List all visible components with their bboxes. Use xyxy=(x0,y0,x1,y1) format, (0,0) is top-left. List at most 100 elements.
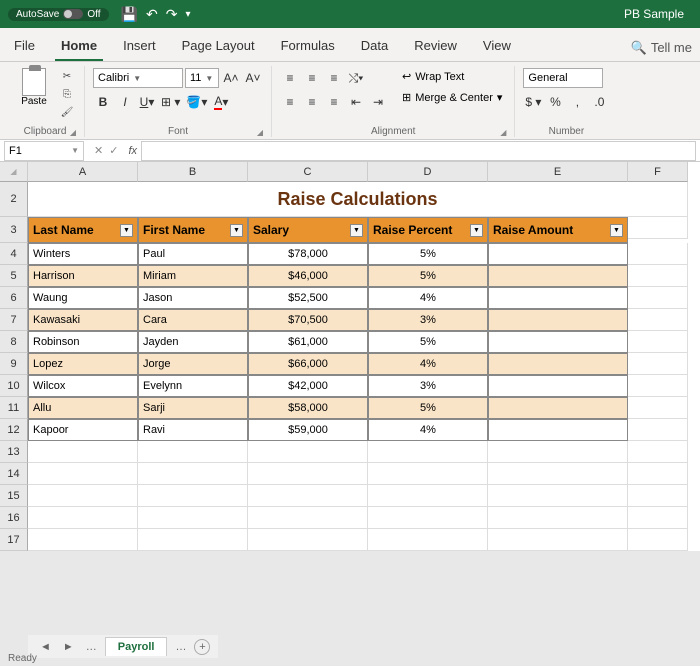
cell-first-5[interactable]: Miriam xyxy=(138,265,248,287)
fill-color-button[interactable]: 🪣▾ xyxy=(184,92,209,112)
cell-pct-8[interactable]: 5% xyxy=(368,331,488,353)
cell-last-11[interactable]: Allu xyxy=(28,397,138,419)
cell-D14[interactable] xyxy=(368,463,488,485)
increase-font-button[interactable]: A˄ xyxy=(221,68,241,88)
cell-D13[interactable] xyxy=(368,441,488,463)
cell-amount-11[interactable] xyxy=(488,397,628,419)
table-header-last-name[interactable]: Last Name▼ xyxy=(28,217,138,243)
cell-A14[interactable] xyxy=(28,463,138,485)
cell-amount-6[interactable] xyxy=(488,287,628,309)
font-name-combo[interactable]: Calibri▼ xyxy=(93,68,183,88)
row-header-4[interactable]: 4 xyxy=(0,243,28,265)
cell-f9[interactable] xyxy=(628,353,688,375)
cell-salary-10[interactable]: $42,000 xyxy=(248,375,368,397)
cell-pct-12[interactable]: 4% xyxy=(368,419,488,441)
cell-f10[interactable] xyxy=(628,375,688,397)
cell-first-6[interactable]: Jason xyxy=(138,287,248,309)
cell-E13[interactable] xyxy=(488,441,628,463)
font-size-combo[interactable]: 11▼ xyxy=(185,68,219,88)
column-header-A[interactable]: A xyxy=(28,162,138,182)
sheet-nav-more[interactable]: … xyxy=(82,641,101,653)
cell-salary-7[interactable]: $70,500 xyxy=(248,309,368,331)
orientation-button[interactable]: ⤭▾ xyxy=(346,68,366,88)
add-sheet-button[interactable]: + xyxy=(194,639,210,655)
filter-dropdown-icon[interactable]: ▼ xyxy=(230,224,243,237)
cell-E15[interactable] xyxy=(488,485,628,507)
cell-D16[interactable] xyxy=(368,507,488,529)
name-box[interactable]: F1▼ xyxy=(4,141,84,161)
cell-A13[interactable] xyxy=(28,441,138,463)
font-dialog-launcher[interactable]: ◢ xyxy=(257,128,263,137)
decrease-indent-button[interactable]: ⇤ xyxy=(346,92,366,112)
table-header-raise-amount[interactable]: Raise Amount▼ xyxy=(488,217,628,243)
cell-amount-9[interactable] xyxy=(488,353,628,375)
row-header-16[interactable]: 16 xyxy=(0,507,28,529)
row-header-12[interactable]: 12 xyxy=(0,419,28,441)
cell-first-8[interactable]: Jayden xyxy=(138,331,248,353)
column-header-D[interactable]: D xyxy=(368,162,488,182)
cell-last-5[interactable]: Harrison xyxy=(28,265,138,287)
cell-D17[interactable] xyxy=(368,529,488,551)
cell-C17[interactable] xyxy=(248,529,368,551)
tab-home[interactable]: Home xyxy=(55,34,103,61)
cell-salary-8[interactable]: $61,000 xyxy=(248,331,368,353)
comma-button[interactable]: , xyxy=(567,92,587,112)
increase-indent-button[interactable]: ⇥ xyxy=(368,92,388,112)
cell-D15[interactable] xyxy=(368,485,488,507)
cell-A17[interactable] xyxy=(28,529,138,551)
worksheet-grid[interactable]: 234567891011121314151617 Raise Calculati… xyxy=(0,182,700,551)
cancel-formula-button[interactable]: ✕ xyxy=(94,144,103,157)
cell-f11[interactable] xyxy=(628,397,688,419)
cell-B17[interactable] xyxy=(138,529,248,551)
formula-bar[interactable] xyxy=(141,141,696,161)
cell-salary-11[interactable]: $58,000 xyxy=(248,397,368,419)
cell-B16[interactable] xyxy=(138,507,248,529)
filter-dropdown-icon[interactable]: ▼ xyxy=(120,224,133,237)
merge-center-button[interactable]: ⊞Merge & Center ▾ xyxy=(398,89,506,106)
column-header-E[interactable]: E xyxy=(488,162,628,182)
cell-first-11[interactable]: Sarji xyxy=(138,397,248,419)
enter-formula-button[interactable]: ✓ xyxy=(109,144,118,157)
cell-amount-10[interactable] xyxy=(488,375,628,397)
align-bottom-button[interactable]: ≡ xyxy=(324,68,344,88)
cell-last-9[interactable]: Lopez xyxy=(28,353,138,375)
cell-B13[interactable] xyxy=(138,441,248,463)
undo-icon[interactable]: ↶ xyxy=(146,6,158,23)
sheet-title-cell[interactable]: Raise Calculations xyxy=(28,182,688,217)
row-header-17[interactable]: 17 xyxy=(0,529,28,551)
sheet-nav-more2[interactable]: … xyxy=(171,641,190,653)
row-header-9[interactable]: 9 xyxy=(0,353,28,375)
cell-last-7[interactable]: Kawasaki xyxy=(28,309,138,331)
filter-dropdown-icon[interactable]: ▼ xyxy=(470,224,483,237)
tab-insert[interactable]: Insert xyxy=(117,34,162,61)
cell-salary-12[interactable]: $59,000 xyxy=(248,419,368,441)
cell-first-9[interactable]: Jorge xyxy=(138,353,248,375)
decrease-font-button[interactable]: A˅ xyxy=(243,68,263,88)
format-painter-button[interactable]: 🖌 xyxy=(58,104,76,120)
row-header-13[interactable]: 13 xyxy=(0,441,28,463)
cell-last-6[interactable]: Waung xyxy=(28,287,138,309)
sheet-tab-payroll[interactable]: Payroll xyxy=(105,637,168,656)
align-right-button[interactable]: ≡ xyxy=(324,92,344,112)
row-header-8[interactable]: 8 xyxy=(0,331,28,353)
redo-icon[interactable]: ↷ xyxy=(166,6,178,23)
tab-review[interactable]: Review xyxy=(408,34,463,61)
cell-F14[interactable] xyxy=(628,463,688,485)
italic-button[interactable]: I xyxy=(115,92,135,112)
cell-pct-7[interactable]: 3% xyxy=(368,309,488,331)
tab-formulas[interactable]: Formulas xyxy=(275,34,341,61)
cell-f3[interactable] xyxy=(628,217,688,239)
cell-amount-8[interactable] xyxy=(488,331,628,353)
cell-f5[interactable] xyxy=(628,265,688,287)
qat-more-icon[interactable]: ▾ xyxy=(185,9,190,20)
tell-me-search[interactable]: 🔍 Tell me xyxy=(631,34,692,61)
cell-F17[interactable] xyxy=(628,529,688,551)
cell-salary-6[interactable]: $52,500 xyxy=(248,287,368,309)
row-header-10[interactable]: 10 xyxy=(0,375,28,397)
cell-B15[interactable] xyxy=(138,485,248,507)
cell-last-4[interactable]: Winters xyxy=(28,243,138,265)
cell-first-10[interactable]: Evelynn xyxy=(138,375,248,397)
cell-first-7[interactable]: Cara xyxy=(138,309,248,331)
clipboard-dialog-launcher[interactable]: ◢ xyxy=(70,128,76,137)
cell-C13[interactable] xyxy=(248,441,368,463)
